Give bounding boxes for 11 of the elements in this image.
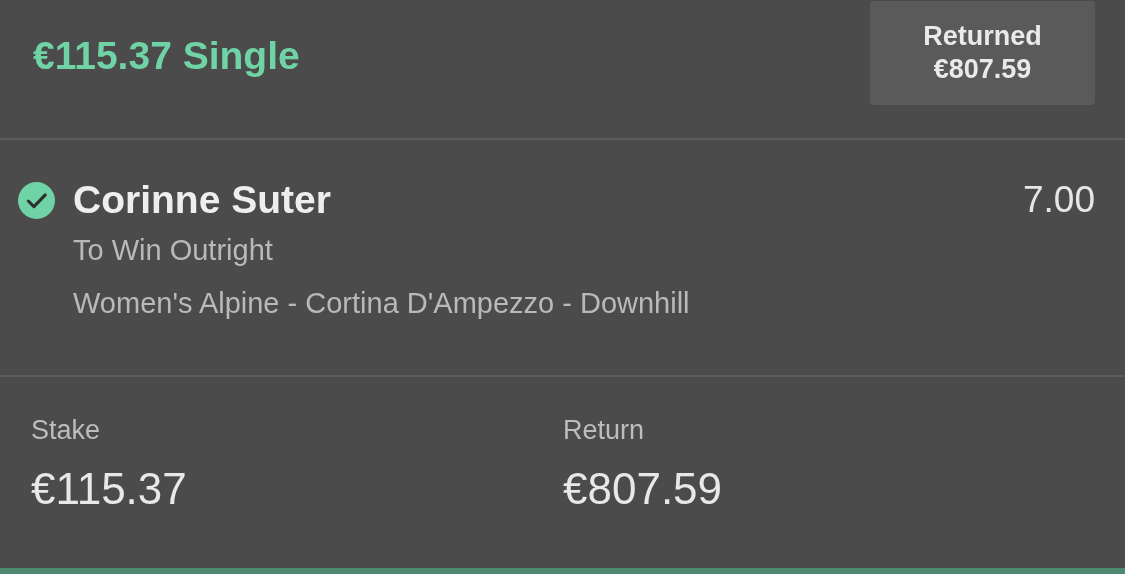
bet-title: €115.37 Single [33,34,300,78]
market-name: To Win Outright [73,234,274,267]
odds: 7.00 [1023,179,1095,221]
event-name: Women's Alpine - Cortina D'Ampezzo - Downhill [73,287,691,320]
selection-name: Corinne Suter [73,178,332,222]
badge-label: Returned [923,20,1042,53]
summary-value: €807.59 [563,464,724,514]
summary-label: Stake [31,415,102,446]
badge-amount: €807.59 [933,53,1032,86]
summary-value: €115.37 [31,464,188,514]
summary-label: Return [563,415,646,446]
